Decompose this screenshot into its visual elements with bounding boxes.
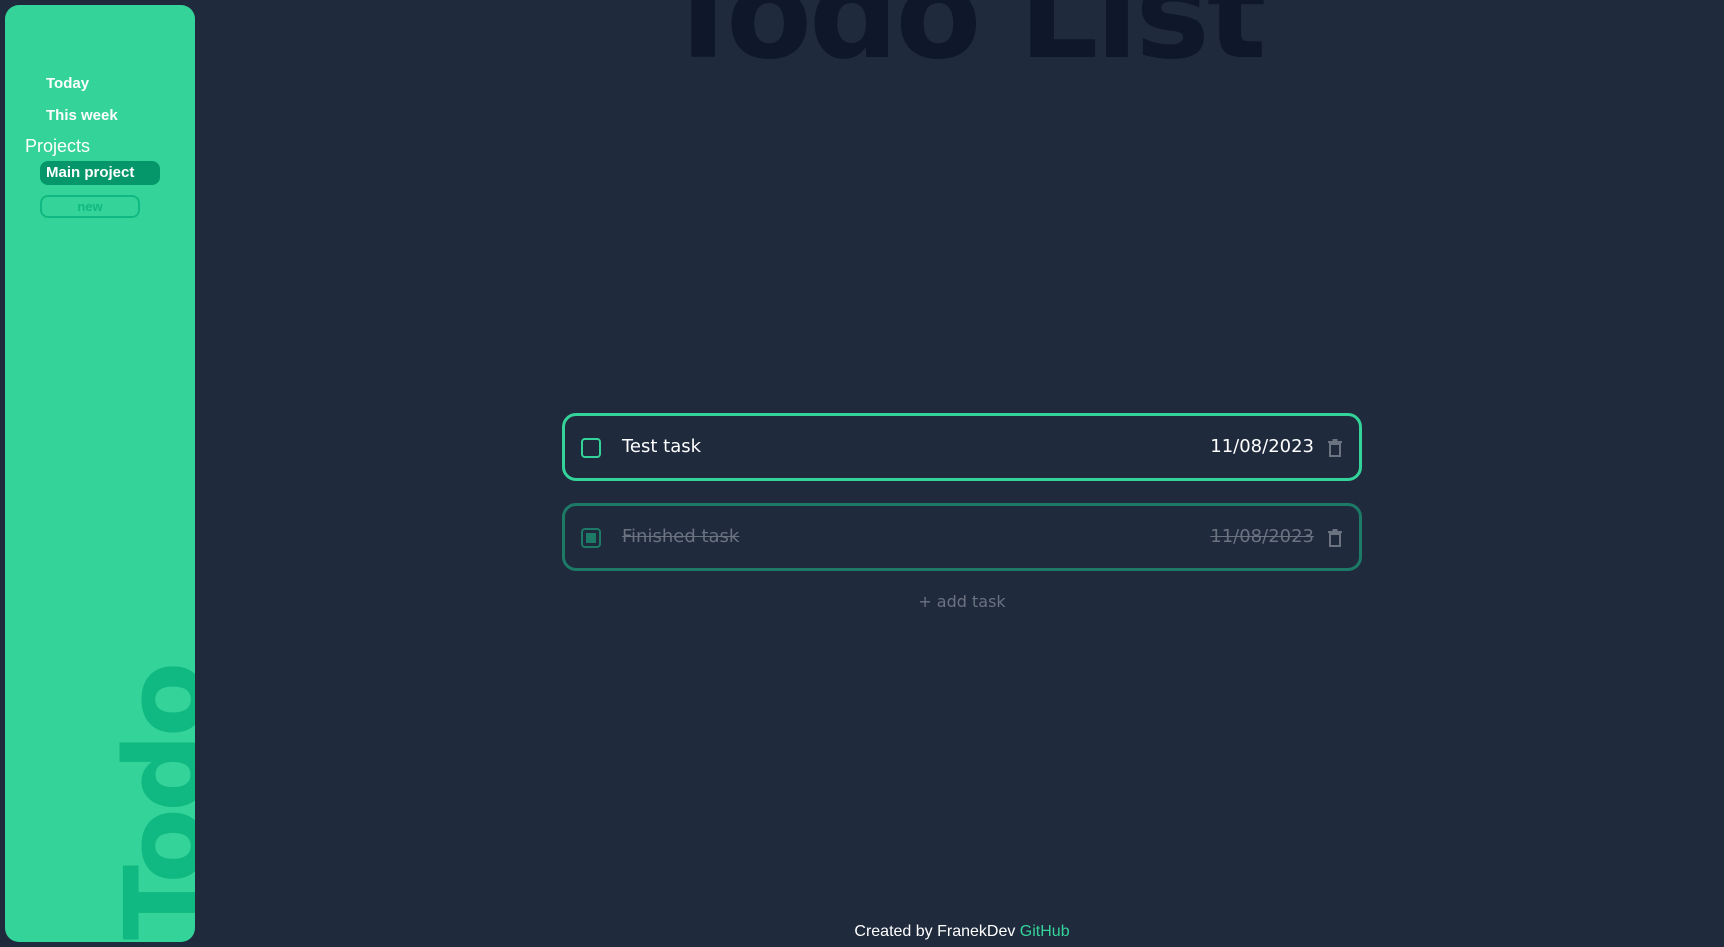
- github-link[interactable]: GitHub: [1020, 923, 1070, 940]
- new-project-button[interactable]: new: [40, 195, 140, 218]
- task-item: Finished task 11/08/2023: [562, 503, 1362, 571]
- task-item: Test task 11/08/2023: [562, 413, 1362, 481]
- sidebar: Today This week Projects Main project ne…: [5, 5, 195, 942]
- projects-heading: Projects: [25, 136, 91, 156]
- task-name[interactable]: Finished task: [622, 526, 739, 547]
- page-title: Todo List: [660, 0, 1266, 87]
- task-checkbox-checked[interactable]: [581, 528, 601, 548]
- checkbox-fill: [586, 533, 596, 543]
- task-date[interactable]: 11/08/2023: [1210, 436, 1314, 457]
- task-checkbox[interactable]: [581, 438, 601, 458]
- task-name[interactable]: Test task: [622, 436, 701, 457]
- trash-icon[interactable]: [1327, 439, 1343, 457]
- nav-item-this-week[interactable]: This week: [46, 107, 118, 124]
- trash-icon[interactable]: [1327, 529, 1343, 547]
- footer-text: Created by FranekDev: [854, 923, 1020, 940]
- app-root: Today This week Projects Main project ne…: [0, 0, 1724, 947]
- footer: Created by FranekDev GitHub: [562, 923, 1362, 941]
- add-task-button[interactable]: + add task: [562, 592, 1362, 611]
- brand-watermark: Todo: [101, 665, 195, 940]
- task-date[interactable]: 11/08/2023: [1210, 526, 1314, 547]
- nav-item-today[interactable]: Today: [46, 75, 89, 92]
- project-item-main[interactable]: Main project: [40, 161, 160, 185]
